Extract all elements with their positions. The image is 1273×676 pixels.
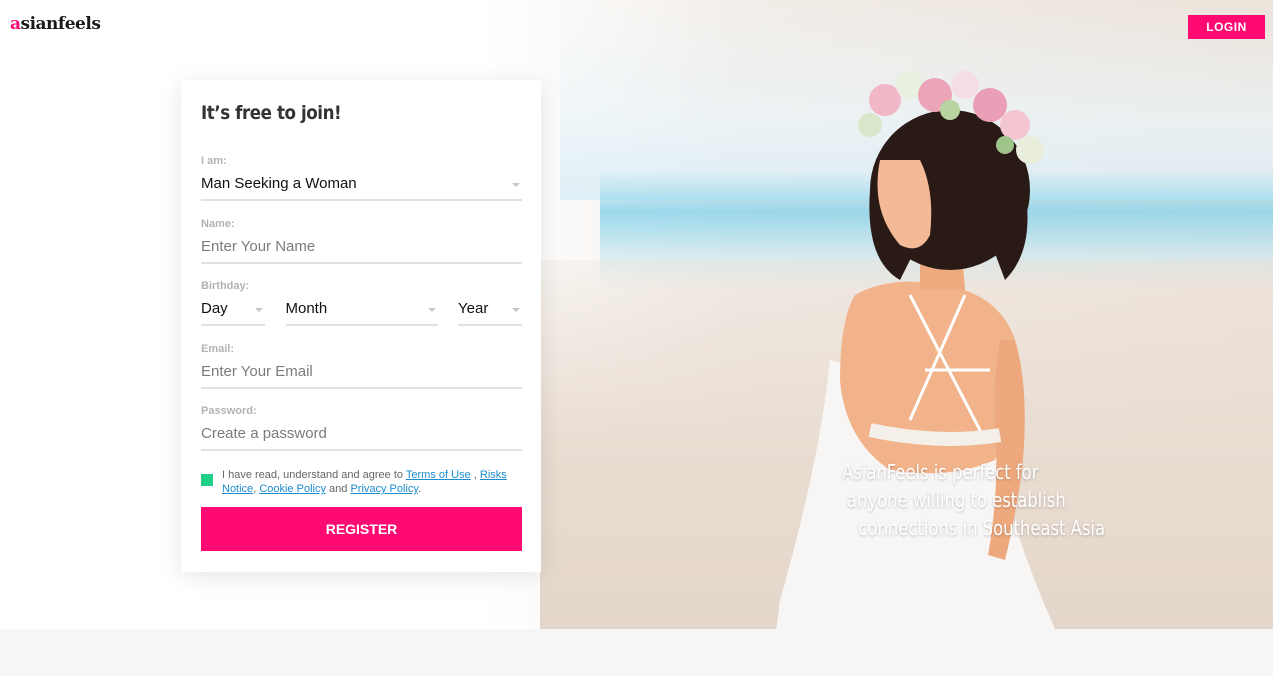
asianfeels-logo[interactable]: asianfeels [10, 14, 101, 34]
terms-and: and [329, 483, 348, 495]
tagline-line: AsianFeels is perfect for [842, 460, 1039, 484]
name-label: Name: [201, 218, 235, 230]
terms-checkbox[interactable] [201, 474, 213, 486]
signup-card: It’s free to join! I am: Man Seeking a W… [181, 80, 541, 572]
chevron-down-icon [512, 308, 520, 312]
cookie-policy-link[interactable]: Cookie Policy [259, 483, 326, 495]
day-select[interactable]: Day [201, 298, 265, 326]
footer-band [0, 629, 1273, 676]
logo-text: sianfeels [20, 14, 101, 34]
terms-separator: , [253, 483, 257, 495]
iam-label: I am: [201, 155, 227, 167]
name-field: Name: Enter Your Name [201, 218, 522, 264]
password-label: Password: [201, 405, 257, 417]
chevron-down-icon [255, 308, 263, 312]
logo-accent-letter: a [10, 14, 21, 34]
birthday-field: Birthday: Day Month Year [201, 280, 522, 326]
name-placeholder: Enter Your Name [201, 238, 316, 255]
terms-agreement: I have read, understand and agree to Ter… [201, 468, 522, 496]
year-select[interactable]: Year [458, 298, 522, 326]
month-value: Month [285, 300, 328, 317]
password-placeholder: Create a password [201, 425, 327, 442]
terms-period: . [418, 483, 422, 495]
birthday-label: Birthday: [201, 280, 250, 292]
terms-text: I have read, understand and agree to Ter… [222, 468, 522, 496]
password-input[interactable]: Create a password [201, 423, 522, 451]
email-input[interactable]: Enter Your Email [201, 361, 522, 389]
privacy-policy-link[interactable]: Privacy Policy [350, 483, 418, 495]
year-value: Year [458, 300, 489, 317]
name-input[interactable]: Enter Your Name [201, 236, 522, 264]
tagline-line: connections in Southeast Asia [858, 516, 1106, 540]
iam-field: I am: Man Seeking a Woman [201, 155, 522, 201]
terms-of-use-link[interactable]: Terms of Use [406, 469, 471, 481]
terms-prefix: I have read, understand and agree to [222, 469, 404, 481]
chevron-down-icon [427, 308, 436, 312]
terms-separator: , [473, 469, 477, 481]
email-placeholder: Enter Your Email [201, 363, 313, 380]
hero-tagline: AsianFeels is perfect for anyone willing… [842, 458, 1105, 542]
iam-value: Man Seeking a Woman [201, 175, 357, 192]
form-title: It’s free to join! [201, 102, 342, 124]
tagline-line: anyone willing to establish [846, 488, 1066, 512]
password-field: Password: Create a password [201, 405, 522, 451]
month-select[interactable]: Month [285, 298, 438, 326]
register-button[interactable]: REGISTER [201, 507, 522, 551]
chevron-down-icon [512, 183, 520, 187]
login-button[interactable]: LOGIN [1188, 15, 1265, 39]
day-value: Day [201, 300, 228, 317]
iam-select[interactable]: Man Seeking a Woman [201, 173, 522, 201]
email-field: Email: Enter Your Email [201, 343, 522, 389]
email-label: Email: [201, 343, 235, 355]
